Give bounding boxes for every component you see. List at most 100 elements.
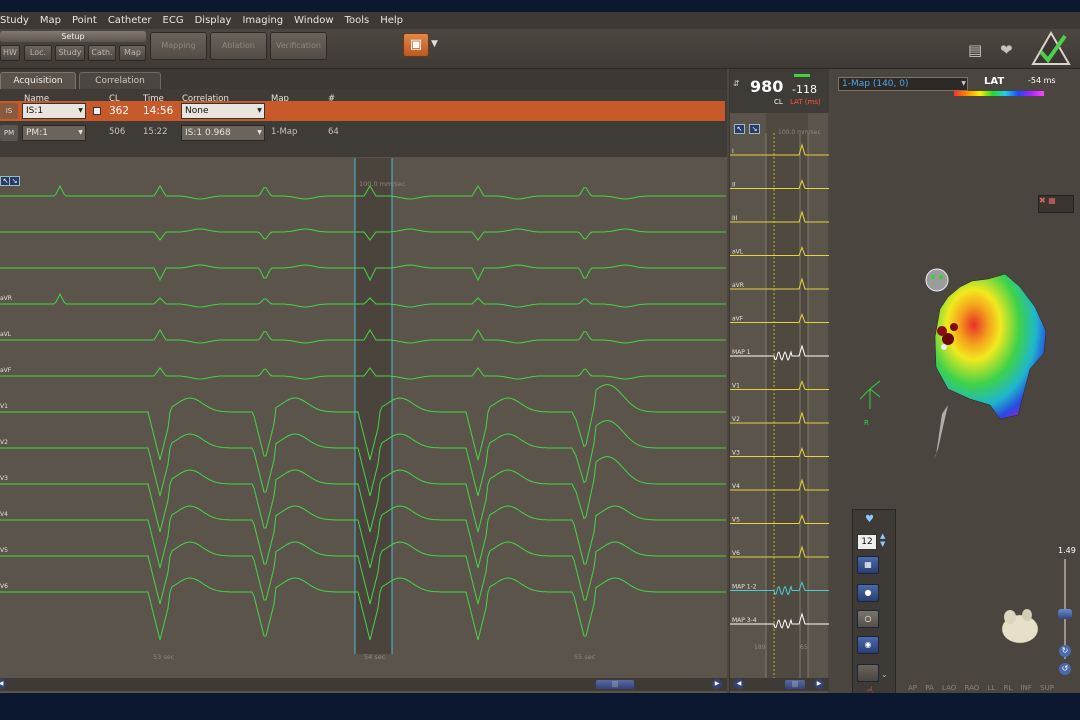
time-label: 65 xyxy=(800,644,808,651)
row-map: 1-Map xyxy=(271,127,298,137)
view-pa[interactable]: PA xyxy=(925,684,934,692)
menu-imaging[interactable]: Imaging xyxy=(242,15,283,26)
hw-tab[interactable]: HW xyxy=(0,45,20,61)
menu-tools[interactable]: Tools xyxy=(345,15,370,26)
row-time: 14:56 xyxy=(143,105,174,117)
reference-scrollbar[interactable]: ◀ ||| ▶ xyxy=(730,678,829,691)
acquisition-panel: Acquisition Correlation Name CL Time Cor… xyxy=(0,69,727,693)
cath-tab[interactable]: Cath. xyxy=(88,45,116,61)
zoom-in-icon[interactable]: ↘ xyxy=(9,176,20,186)
time-label: 54 sec xyxy=(364,653,386,661)
scroll-right-icon[interactable]: ▶ xyxy=(814,679,824,689)
app-window: Study Map Point Catheter ECG Display Ima… xyxy=(0,12,1080,693)
view-ap[interactable]: AP xyxy=(908,684,917,692)
monitor-icon[interactable]: ▤ xyxy=(968,41,982,59)
chevron-down-icon[interactable]: ▼ xyxy=(431,39,438,49)
table-row[interactable]: PM PM:1 ▼ 506 15:22 IS:1 0.968 ▼ 1-Map 6… xyxy=(0,123,725,143)
reference-panel: ⇵ 980 -118 CL LAT (ms) I II III aVL aVR aVF MA… xyxy=(729,69,829,693)
correlation-combo[interactable]: None ▼ xyxy=(181,103,265,119)
view-lao[interactable]: LAO xyxy=(942,684,956,692)
row-tag[interactable]: PM xyxy=(0,125,18,141)
ecg-tracing-area[interactable]: aVR aVL aVF V1 V2 V3 V4 V5 V6 ↖ ↘ 100.0 mm/sec 5… xyxy=(0,158,727,693)
tab-acquisition[interactable]: Acquisition xyxy=(0,72,76,89)
hand-icon[interactable]: ☝ xyxy=(867,686,873,693)
map-tab[interactable]: Map xyxy=(119,45,146,61)
acquisition-grid: Name CL Time Correlation Map # IS IS:1 ▼… xyxy=(0,89,727,157)
catheter-tool-button[interactable]: ◉ xyxy=(857,636,879,654)
lat-map-surface[interactable] xyxy=(934,273,1047,420)
tag-tool-button[interactable]: ● xyxy=(857,584,879,602)
checkmark-icon[interactable] xyxy=(1031,30,1071,66)
table-row[interactable]: IS IS:1 ▼ 362 14:56 None ▼ xyxy=(0,101,725,121)
rotate-icon[interactable]: ↺ xyxy=(1059,663,1071,675)
ablation-tab[interactable]: Ablation xyxy=(210,32,267,60)
catheter-tip-icon xyxy=(925,268,949,292)
view-rl[interactable]: RL xyxy=(1004,684,1013,692)
name-combo[interactable]: IS:1 ▼ xyxy=(22,103,86,119)
menu-map[interactable]: Map xyxy=(40,15,61,26)
scroll-thumb[interactable]: ||| xyxy=(596,680,634,689)
points-tool-button[interactable]: ○ xyxy=(857,610,879,628)
scroll-right-icon[interactable]: ▶ xyxy=(712,679,722,689)
lead-label: aVF xyxy=(732,316,744,323)
scroll-left-icon[interactable]: ◀ xyxy=(0,679,6,689)
cl-lat-header: ⇵ 980 -118 CL LAT (ms) xyxy=(730,69,829,113)
chevron-updown-icon[interactable]: ⇵ xyxy=(733,79,740,88)
axis-label: R xyxy=(864,419,869,427)
row-tag[interactable]: IS xyxy=(0,103,18,119)
heart-menu-icon[interactable]: ♥ xyxy=(865,514,874,525)
reference-tracings[interactable]: IIIIIIaVLaVRaVFMAP 1V1V2V3V4V5V6MAP 1-2M… xyxy=(730,113,829,678)
menu-help[interactable]: Help xyxy=(380,15,403,26)
view-ll[interactable]: LL xyxy=(988,684,996,692)
menu-point[interactable]: Point xyxy=(72,15,97,26)
zoom-value: 1.49 xyxy=(1058,546,1076,555)
zoom-in-icon[interactable]: ↘ xyxy=(749,124,760,134)
zoom-out-icon[interactable]: ↖ xyxy=(734,124,745,134)
verification-tab[interactable]: Verification xyxy=(270,32,327,60)
tab-correlation[interactable]: Correlation xyxy=(79,72,161,89)
scroll-thumb[interactable]: ||| xyxy=(785,680,805,689)
stepper-value[interactable]: 12 xyxy=(857,534,877,550)
menu-window[interactable]: Window xyxy=(294,15,333,26)
lead-label: V2 xyxy=(0,439,8,446)
menu-display[interactable]: Display xyxy=(195,15,232,26)
anatomical-map[interactable]: R xyxy=(830,69,1080,539)
map-toolbar: ♥ 12 ▲ ▼ ▦ ● ○ ◉ ⌄ ☝ xyxy=(852,509,896,693)
menu-ecg[interactable]: ECG xyxy=(163,15,184,26)
view-sup[interactable]: SUP xyxy=(1040,684,1054,692)
loc-tab[interactable]: Loc. xyxy=(24,45,52,61)
lead-label: aVL xyxy=(732,249,744,256)
lead-label: MAP 1-2 xyxy=(732,584,757,591)
vessel-stalk xyxy=(934,405,948,459)
heart-orientation-icon[interactable] xyxy=(995,601,1045,651)
view-rao[interactable]: RAO xyxy=(965,684,980,692)
horizontal-scrollbar[interactable]: ◀ ||| ▶ xyxy=(0,678,727,691)
row-checkbox[interactable] xyxy=(93,107,101,115)
correlation-combo[interactable]: IS:1 0.968 ▼ xyxy=(181,125,265,141)
more-tool-button[interactable] xyxy=(857,664,879,682)
setup-tab[interactable]: Setup xyxy=(0,31,146,42)
speed-label: 100.0 mm/sec xyxy=(778,129,821,136)
study-tab[interactable]: Study xyxy=(55,45,85,61)
time-label: 55 sec xyxy=(574,653,596,661)
lead-label: V3 xyxy=(0,475,8,482)
menu-study[interactable]: Study xyxy=(0,15,29,26)
chevron-down-icon[interactable]: ⌄ xyxy=(881,670,888,679)
view-inf[interactable]: INF xyxy=(1021,684,1032,692)
camera-button[interactable]: ▣ xyxy=(403,33,429,57)
scroll-left-icon[interactable]: ◀ xyxy=(734,679,744,689)
reset-view-icon[interactable]: ↻ xyxy=(1059,645,1071,657)
menu-catheter[interactable]: Catheter xyxy=(108,15,152,26)
ecg-tracings[interactable]: aVR aVL aVF V1 V2 V3 V4 V5 V6 xyxy=(0,158,727,693)
lead-label: V1 xyxy=(0,403,8,410)
lead-label: V5 xyxy=(732,517,740,524)
zoom-slider-thumb[interactable] xyxy=(1058,609,1072,619)
mapping-tab[interactable]: Mapping xyxy=(150,32,207,60)
stepper-arrows-icon[interactable]: ▲ ▼ xyxy=(880,532,885,548)
grid-tool-button[interactable]: ▦ xyxy=(857,556,879,574)
panel-tabbar: Acquisition Correlation xyxy=(0,69,727,89)
heart-icon[interactable]: ❤ xyxy=(1000,41,1013,59)
row-cl: 362 xyxy=(109,105,130,117)
lead-label: aVL xyxy=(0,331,12,338)
name-combo[interactable]: PM:1 ▼ xyxy=(22,125,86,141)
